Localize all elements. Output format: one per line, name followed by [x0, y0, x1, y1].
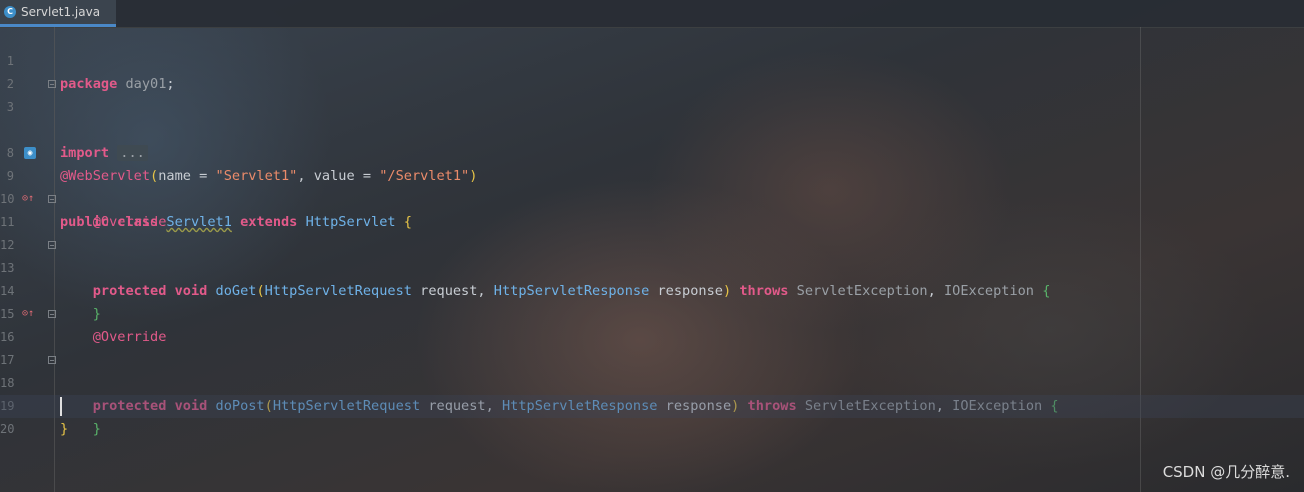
line-number: 20	[0, 422, 15, 436]
code-line: 11 ⊙↑ protected void doGet(HttpServletRe…	[0, 188, 1304, 299]
fold-end-icon[interactable]	[48, 356, 56, 364]
tab-title: Servlet1.java	[21, 5, 101, 19]
code-line: 1 package day01;	[0, 27, 1304, 92]
fold-expand-icon[interactable]	[48, 80, 56, 88]
code-line: 19 }	[0, 372, 1304, 437]
text-caret	[60, 397, 62, 416]
code-text: }	[60, 421, 69, 437]
line-number: 3	[6, 100, 14, 114]
code-line: 16 ⊙↑ protected void doPost(HttpServletR…	[0, 303, 1304, 414]
watermark: CSDN @几分醉意.	[1162, 463, 1290, 481]
code-line: 17	[0, 326, 1304, 367]
code-line: 18 }	[0, 349, 1304, 437]
code-line: 15 @Override	[0, 280, 1304, 345]
java-class-icon: C	[4, 6, 16, 18]
code-line-current: 20	[0, 395, 1304, 436]
code-line: 12	[0, 211, 1304, 252]
code-line: 10 @Override	[0, 165, 1304, 230]
fold-collapse-icon[interactable]	[48, 310, 56, 318]
fold-collapse-icon[interactable]	[48, 195, 56, 203]
fold-end-icon[interactable]	[48, 241, 56, 249]
code-line: 9 ◉ public class Servlet1 extends HttpSe…	[0, 142, 1304, 230]
code-line: 2	[0, 50, 1304, 91]
override-method-icon[interactable]: ⊙↑	[22, 193, 34, 205]
override-method-icon[interactable]: ⊙↑	[22, 308, 34, 320]
code-line: 13 }	[0, 234, 1304, 322]
tab-servlet1-java[interactable]: C Servlet1.java	[0, 0, 116, 27]
code-line: 8 @WebServlet(name = "Servlet1", value =…	[0, 119, 1304, 184]
servlet-run-icon[interactable]: ◉	[24, 147, 36, 159]
editor-tab-bar: C Servlet1.java	[0, 0, 1304, 28]
code-line: 14	[0, 257, 1304, 298]
code-line: 3 import ...	[0, 73, 1304, 161]
